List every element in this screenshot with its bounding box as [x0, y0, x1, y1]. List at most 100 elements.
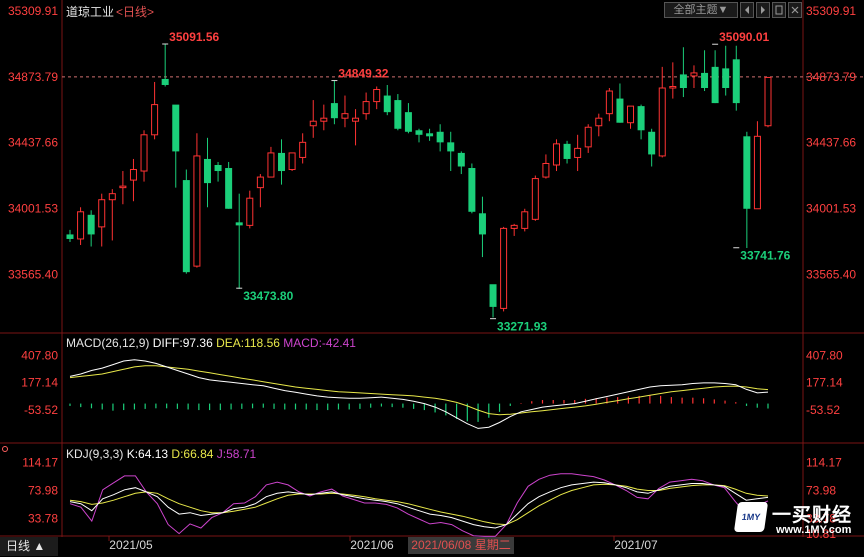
period-tab[interactable]: 日线 ▲ — [0, 537, 58, 556]
scroll-right-button[interactable] — [756, 2, 770, 18]
candle-body-down — [235, 222, 243, 226]
price-tick-left: 34437.66 — [8, 136, 58, 150]
restore-button[interactable] — [772, 2, 786, 18]
candle-body-up — [595, 117, 603, 127]
theme-label: 全部主题 — [673, 4, 718, 16]
scroll-left-button[interactable] — [740, 2, 754, 18]
price-tick-left: 35309.91 — [8, 4, 58, 18]
time-tick-label: 2021/06 — [350, 538, 394, 552]
candle-body-up — [151, 104, 159, 136]
candle-body-down — [711, 66, 719, 104]
candle-body-down — [701, 72, 709, 89]
logo-name: 一买财经 — [772, 505, 853, 526]
candle-body-down — [66, 234, 74, 239]
candle-body-up — [373, 89, 381, 103]
candle-body-down — [404, 112, 412, 132]
kdj-d-value: D:66.84 — [171, 447, 214, 461]
time-tick-label: 2021/05 — [109, 538, 153, 552]
macd-tick-right: 177.14 — [806, 376, 843, 390]
candle-body-down — [489, 284, 497, 307]
candle-body-down — [457, 152, 465, 167]
candle-body-up — [574, 147, 582, 158]
logo-mark: 1MY — [733, 502, 769, 532]
period-label[interactable]: <日线> — [116, 5, 154, 19]
instrument-name: 道琼工业 — [66, 5, 115, 19]
candle-body-up — [764, 76, 772, 127]
candle-body-down — [679, 74, 687, 89]
extreme-label: 33473.80 — [243, 289, 293, 303]
macd-histogram-value: MACD:-42.41 — [283, 336, 356, 350]
candle-body-up — [98, 199, 106, 228]
candle-body-down — [743, 136, 751, 209]
kdj-name: KDJ(9,3,3) — [66, 447, 124, 461]
candle-body-up — [552, 143, 560, 166]
macd-name: MACD(26,12,9) — [66, 336, 150, 350]
candle-body-up — [658, 87, 666, 157]
logo-url: www.1MY.com — [776, 524, 852, 536]
chart-title: 道琼工业 <日线> — [66, 3, 154, 20]
candle-body-down — [468, 168, 476, 212]
kdj-j-value: J:58.71 — [216, 447, 257, 461]
candle-body-up — [521, 211, 529, 229]
extreme-label: 35091.56 — [169, 30, 219, 44]
extreme-label: 34849.32 — [338, 67, 388, 81]
candle-body-down — [161, 78, 169, 85]
price-tick-left: 34001.53 — [8, 202, 58, 216]
kdj-k-line — [69, 481, 769, 529]
close-icon — [791, 6, 799, 14]
candle-body-up — [256, 176, 264, 189]
candle-body-up — [299, 141, 307, 158]
candle-body-up — [341, 113, 349, 119]
candle-body-up — [627, 105, 635, 124]
restore-icon — [775, 5, 783, 15]
theme-dropdown[interactable]: 全部主题▼ — [664, 2, 738, 18]
price-tick-right: 33565.40 — [806, 267, 856, 281]
candle-body-up — [320, 117, 328, 122]
candle-body-down — [478, 213, 486, 235]
kdj-tick-left: 33.78 — [28, 511, 58, 525]
arrow-left-icon — [745, 6, 749, 14]
candle-body-down — [648, 131, 656, 155]
candle-body-down — [383, 95, 391, 113]
candle-body-up — [108, 193, 116, 201]
chevron-down-icon: ▼ — [717, 4, 729, 16]
candle-body-up — [309, 120, 317, 127]
chart-canvas[interactable]: 35309.91 35309.9134873.79 34873.7934437.66… — [0, 0, 864, 557]
kdj-tick-left: 73.98 — [28, 483, 58, 497]
chart-window: 35309.91 35309.91 34873.79 34873.79 34437.66… — [0, 0, 864, 557]
kdj-tick-right: 73.98 — [806, 483, 836, 497]
price-tick-left: 33565.40 — [8, 267, 58, 281]
candle-body-up — [119, 185, 127, 189]
candle-body-down — [394, 100, 402, 129]
macd-dea-line — [69, 365, 769, 416]
arrow-right-icon — [761, 6, 765, 14]
candle-body-up — [753, 135, 761, 210]
macd-diff-value: DIFF:97.36 — [152, 336, 213, 350]
candle-body-up — [500, 227, 508, 309]
candle-body-down — [225, 168, 233, 209]
cursor-date-label: 2021/06/08 星期二 — [411, 538, 510, 552]
candle-body-up — [605, 90, 613, 115]
candle-body-up — [510, 224, 518, 229]
macd-tick-right: 407.80 — [806, 348, 843, 362]
kdj-tick-right: 114.17 — [806, 456, 842, 470]
candle-body-up — [362, 101, 370, 115]
kdj-legend: KDJ(9,3,3) K:64.13 D:66.84 J:58.71 — [66, 447, 256, 461]
candle-body-up — [690, 72, 698, 77]
close-button[interactable] — [788, 2, 802, 18]
price-tick-right: 34437.66 — [806, 136, 856, 150]
kdj-k-value: K:64.13 — [126, 447, 169, 461]
candle-body-down — [563, 143, 571, 159]
price-tick-left: 34873.79 — [8, 70, 58, 84]
macd-diff-line — [69, 359, 769, 429]
candle-body-down — [87, 214, 95, 235]
kdj-j-line — [69, 473, 769, 537]
candle-body-down — [182, 180, 190, 273]
candle-body-down — [415, 130, 423, 135]
candle-body-down — [637, 106, 645, 131]
price-tick-right: 34001.53 — [806, 202, 856, 216]
candle-body-up — [542, 162, 550, 178]
candle-body-down — [722, 68, 730, 89]
candle-body-down — [616, 98, 624, 123]
candle-body-up — [77, 211, 85, 240]
